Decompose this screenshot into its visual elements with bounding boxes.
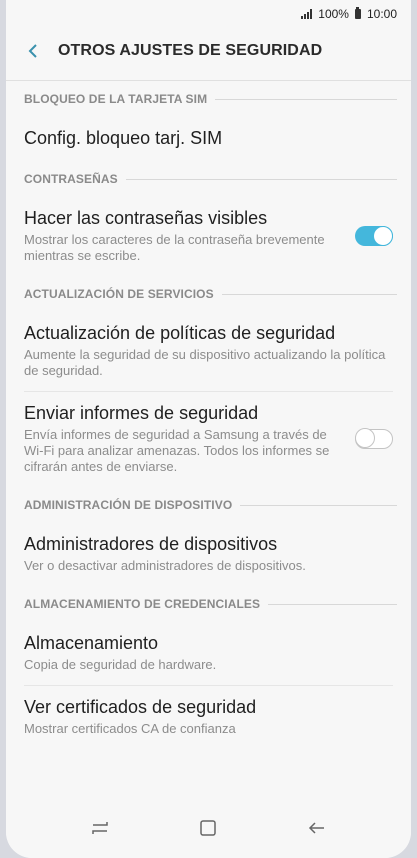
- navigation-bar: [6, 798, 411, 858]
- setting-title: Administradores de dispositivos: [24, 534, 278, 554]
- setting-certificates[interactable]: Ver certificados de seguridad Mostrar ce…: [6, 686, 411, 749]
- battery-percent: 100%: [318, 7, 349, 21]
- section-label: ADMINISTRACIÓN DE DISPOSITIVO: [24, 498, 233, 512]
- recent-apps-button[interactable]: [80, 808, 120, 848]
- show-passwords-toggle[interactable]: [355, 225, 393, 246]
- setting-subtitle: Aumente la seguridad de su dispositivo a…: [24, 347, 386, 378]
- setting-device-admins[interactable]: Administradores de dispositivos Ver o de…: [6, 523, 411, 586]
- setting-title: Enviar informes de seguridad: [24, 403, 259, 423]
- back-button[interactable]: [20, 38, 46, 64]
- setting-subtitle: Mostrar certificados CA de confianza: [24, 721, 236, 736]
- setting-title: Hacer las contraseñas visibles: [24, 208, 268, 228]
- setting-policy-update[interactable]: Actualización de políticas de seguridad …: [6, 312, 411, 391]
- recent-apps-icon: [92, 822, 108, 834]
- signal-icon: [301, 9, 313, 19]
- back-arrow-icon: [28, 44, 37, 58]
- setting-subtitle: Copia de seguridad de hardware.: [24, 657, 217, 672]
- setting-title: Config. bloqueo tarj. SIM: [24, 128, 223, 148]
- status-bar: 100% 10:00: [6, 0, 411, 28]
- settings-list[interactable]: BLOQUEO DE LA TARJETA SIM Config. bloque…: [6, 80, 411, 858]
- section-header-credentials: ALMACENAMIENTO DE CREDENCIALES: [6, 586, 411, 622]
- home-button[interactable]: [188, 808, 228, 848]
- scroll-fade: [6, 772, 411, 798]
- section-header-passwords: CONTRASEÑAS: [6, 161, 411, 197]
- section-label: CONTRASEÑAS: [24, 172, 118, 186]
- section-label: BLOQUEO DE LA TARJETA SIM: [24, 92, 208, 106]
- phone-screen: 100% 10:00 OTROS AJUSTES DE SEGURIDAD BL…: [6, 0, 411, 858]
- setting-title: Ver certificados de seguridad: [24, 697, 257, 717]
- section-header-sim: BLOQUEO DE LA TARJETA SIM: [6, 81, 411, 117]
- setting-subtitle: Ver o desactivar administradores de disp…: [24, 558, 306, 573]
- setting-show-passwords[interactable]: Hacer las contraseñas visibles Mostrar l…: [6, 197, 411, 276]
- section-label: ACTUALIZACIÓN DE SERVICIOS: [24, 287, 214, 301]
- page-title: OTROS AJUSTES DE SEGURIDAD: [58, 42, 323, 59]
- nav-back-icon: [308, 822, 324, 834]
- setting-storage[interactable]: Almacenamiento Copia de seguridad de har…: [6, 622, 411, 685]
- home-icon: [200, 820, 217, 836]
- app-bar: OTROS AJUSTES DE SEGURIDAD: [6, 28, 411, 74]
- setting-subtitle: Mostrar los caracteres de la contraseña …: [24, 232, 325, 263]
- battery-icon: [354, 7, 361, 19]
- security-reports-toggle[interactable]: [354, 428, 393, 449]
- section-header-device-admin: ADMINISTRACIÓN DE DISPOSITIVO: [6, 487, 411, 523]
- section-label: ALMACENAMIENTO DE CREDENCIALES: [24, 597, 261, 611]
- setting-security-reports[interactable]: Enviar informes de seguridad Envía infor…: [6, 392, 411, 487]
- setting-sim-lock[interactable]: Config. bloqueo tarj. SIM: [6, 117, 411, 161]
- setting-title: Almacenamiento: [24, 633, 159, 653]
- setting-subtitle: Envía informes de seguridad a Samsung a …: [24, 427, 330, 474]
- clock: 10:00: [366, 7, 397, 21]
- setting-title: Actualización de políticas de seguridad: [24, 323, 336, 343]
- section-header-updates: ACTUALIZACIÓN DE SERVICIOS: [6, 276, 411, 312]
- nav-back-button[interactable]: [297, 808, 337, 848]
